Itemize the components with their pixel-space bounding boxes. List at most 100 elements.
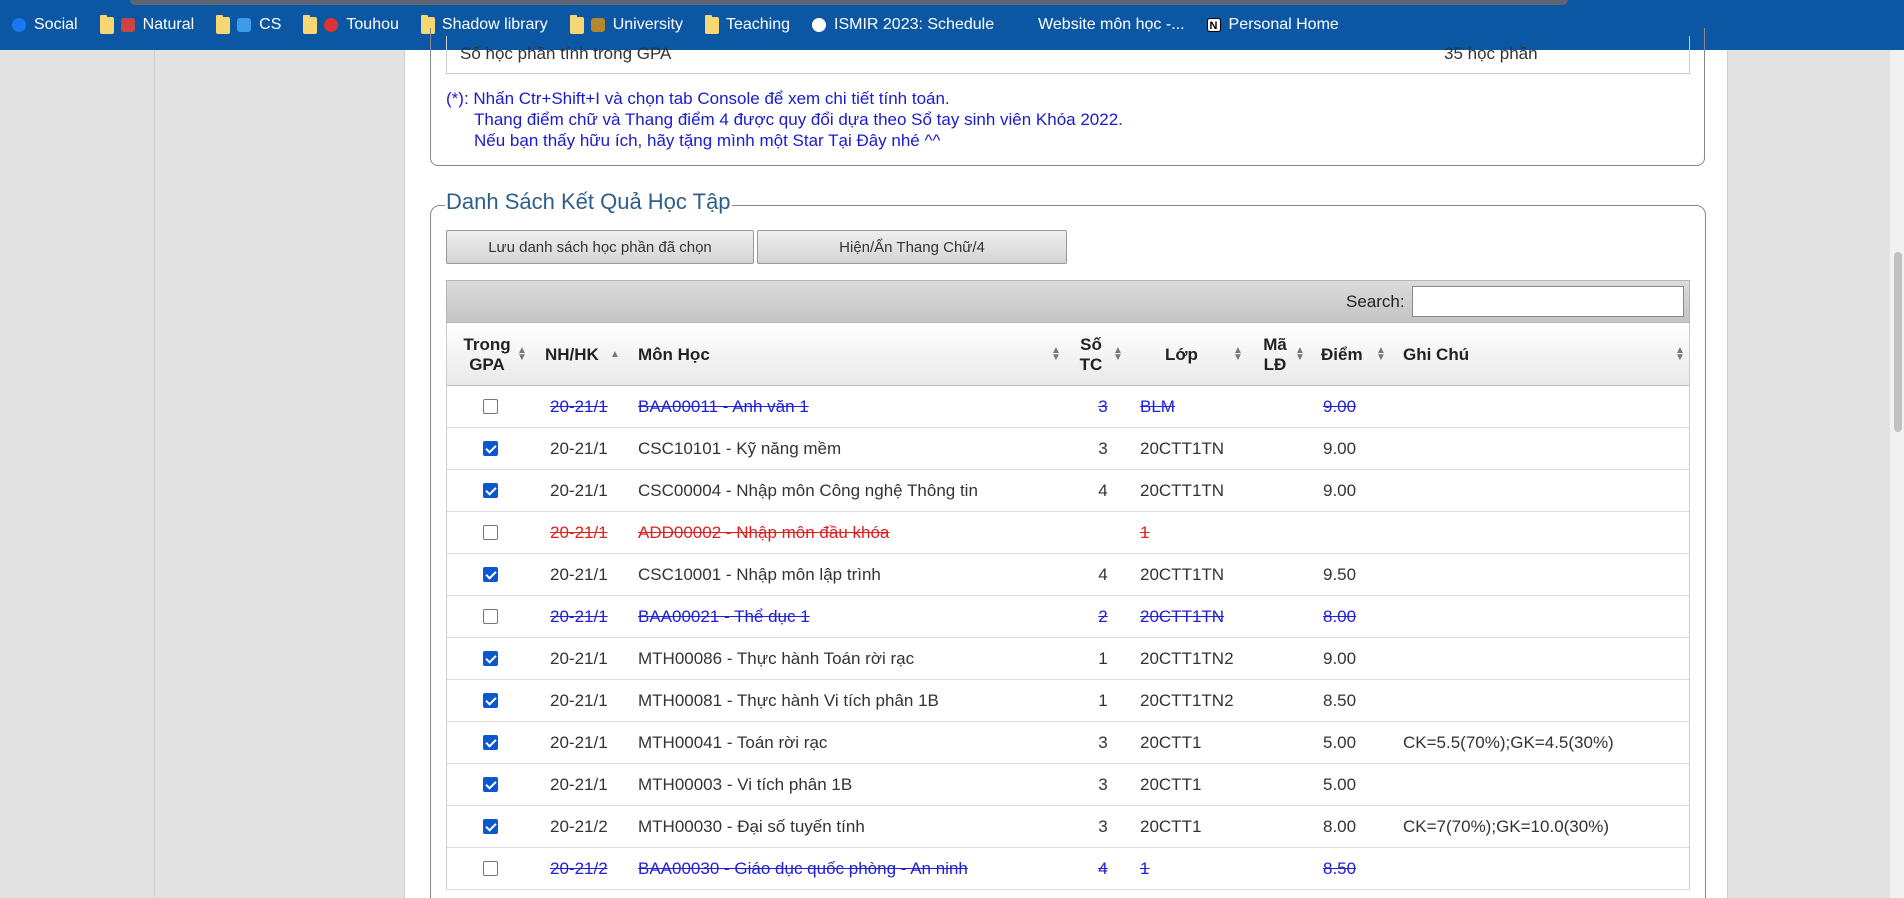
cell-course: MTH00003 - Vi tích phân 1B	[638, 775, 853, 794]
gpa-summary-row: Số học phần tính trong GPA 35 học phần	[446, 36, 1690, 74]
bookmark-item[interactable]: Social	[12, 16, 78, 34]
folder-icon	[303, 14, 318, 34]
cell-credits: 1	[1098, 691, 1108, 710]
sort-both-icon[interactable]: ▲ ▼	[1376, 346, 1386, 363]
table-row: 20-21/1 MTH00081 - Thực hành Vi tích phân…	[446, 680, 1690, 722]
in-gpa-checkbox[interactable]	[483, 567, 498, 582]
col-credits[interactable]: Số TC	[1071, 323, 1111, 386]
in-gpa-checkbox[interactable]	[483, 525, 498, 540]
bookmark-label: CS	[259, 16, 282, 33]
in-gpa-checkbox[interactable]	[483, 483, 498, 498]
in-gpa-checkbox[interactable]	[483, 441, 498, 456]
cell-grade: 8.00	[1323, 817, 1357, 836]
cell-grade: 9.50	[1323, 565, 1357, 584]
search-input[interactable]	[1412, 286, 1684, 317]
table-row: 20-21/1 MTH00003 - Vi tích phân 1B 3 20CTT1…	[446, 764, 1690, 806]
cell-credits: 3	[1098, 439, 1108, 458]
cell-course: BAA00011 - Anh văn 1	[638, 397, 809, 416]
cell-credits: 3	[1098, 775, 1108, 794]
gpa-courses-value: 35 học phần	[1444, 44, 1538, 63]
in-gpa-checkbox[interactable]	[483, 819, 498, 834]
cell-term: 20-21/1	[550, 649, 608, 668]
cell-grade: 9.00	[1323, 439, 1357, 458]
col-credits-label-2: TC	[1079, 354, 1103, 374]
scrollbar[interactable]	[1890, 50, 1904, 898]
bookmark-item[interactable]: Touhou	[303, 14, 399, 34]
cell-course: CSC00004 - Nhập môn Công nghệ Thông tin	[638, 481, 978, 500]
table-row: 20-21/1 BAA00011 - Anh văn 1 3 BLM 9.00	[446, 386, 1690, 428]
cell-credits: 1	[1098, 649, 1108, 668]
cell-class: 20CTT1TN	[1140, 481, 1225, 500]
col-code-label-1: Mã	[1263, 334, 1287, 354]
left-margin	[155, 50, 405, 898]
sort-both-icon[interactable]: ▲ ▼	[1295, 346, 1305, 363]
sort-both-icon[interactable]: ▲ ▼	[1051, 346, 1061, 363]
table-row: 20-21/1 MTH00086 - Thực hành Toán rời rạc…	[446, 638, 1690, 680]
note-star-link[interactable]: Nếu bạn thấy hữu ích, hãy tặng mình một …	[446, 130, 1123, 151]
col-in-gpa[interactable]: Trong GPA	[451, 323, 523, 386]
sort-both-icon[interactable]: ▲ ▼	[1233, 346, 1243, 363]
cell-course: MTH00041 - Toán rời rạc	[638, 733, 828, 752]
cell-grade: 5.00	[1323, 775, 1357, 794]
bookmark-item[interactable]: CS	[216, 14, 282, 34]
sort-both-icon[interactable]: ▲ ▼	[1675, 346, 1685, 363]
cell-class: 20CTT1TN2	[1140, 691, 1234, 710]
cell-term: 20-21/1	[550, 607, 608, 626]
site-icon	[237, 18, 252, 32]
cell-class: 20CTT1TN	[1140, 607, 1225, 626]
cell-credits: 3	[1098, 817, 1108, 836]
col-term[interactable]: NH/HK	[545, 323, 599, 386]
cell-note: CK=5.5(70%);GK=4.5(30%)	[1403, 733, 1614, 752]
window-top-edge	[130, 0, 1568, 5]
facebook-icon	[12, 18, 26, 32]
in-gpa-checkbox[interactable]	[483, 777, 498, 792]
cell-credits: 3	[1098, 733, 1108, 752]
sort-both-icon[interactable]: ▲ ▼	[1113, 346, 1123, 363]
cell-term: 20-21/1	[550, 481, 608, 500]
bookmark-label: Touhou	[346, 16, 399, 33]
in-gpa-checkbox[interactable]	[483, 693, 498, 708]
cell-term: 20-21/1	[550, 565, 608, 584]
col-course[interactable]: Môn Học	[638, 323, 710, 386]
cell-class: 20CTT1TN	[1140, 565, 1225, 584]
notes-block: (*): Nhấn Ctr+Shift+I và chọn tab Consol…	[446, 88, 1123, 151]
note-grade-scale: Thang điểm chữ và Thang điểm 4 được quy …	[474, 110, 1123, 129]
in-gpa-checkbox[interactable]	[483, 399, 498, 414]
cell-class: 1	[1140, 523, 1150, 542]
cell-course: BAA00021 - Thể dục 1	[638, 607, 810, 626]
cell-class: 20CTT1	[1140, 733, 1202, 752]
cell-course: ADD00002 - Nhập môn đầu khóa	[638, 523, 890, 542]
cell-class: BLM	[1140, 397, 1175, 416]
toggle-grade-scale-button[interactable]: Hiện/Ẩn Thang Chữ/4	[757, 230, 1067, 264]
in-gpa-checkbox[interactable]	[483, 735, 498, 750]
bookmark-item[interactable]: Natural	[99, 14, 194, 34]
sort-asc-icon[interactable]: ▲	[610, 350, 620, 360]
col-note[interactable]: Ghi Chú	[1403, 323, 1469, 386]
col-code[interactable]: Mã LĐ	[1255, 323, 1295, 386]
cell-grade: 8.50	[1323, 691, 1357, 710]
site-icon	[120, 18, 135, 32]
col-grade[interactable]: Điểm	[1321, 323, 1363, 386]
gpa-courses-label: Số học phần tính trong GPA	[460, 44, 672, 63]
results-legend: Danh Sách Kết Quả Học Tập	[445, 189, 732, 215]
in-gpa-checkbox[interactable]	[483, 861, 498, 876]
sort-both-icon[interactable]: ▲ ▼	[517, 346, 527, 363]
in-gpa-checkbox[interactable]	[483, 651, 498, 666]
in-gpa-checkbox[interactable]	[483, 609, 498, 624]
cell-term: 20-21/1	[550, 397, 608, 416]
cell-course: MTH00086 - Thực hành Toán rời rạc	[638, 649, 915, 668]
search-label: Search:	[1346, 292, 1405, 311]
col-class[interactable]: Lớp	[1165, 323, 1198, 386]
save-selection-button[interactable]: Lưu danh sách học phần đã chọn	[446, 230, 754, 264]
folder-icon	[99, 14, 114, 34]
cell-class: 20CTT1	[1140, 775, 1202, 794]
table-row: 20-21/1 MTH00041 - Toán rời rạc 3 20CTT1 5.0…	[446, 722, 1690, 764]
cell-term: 20-21/1	[550, 691, 608, 710]
cell-grade: 9.00	[1323, 649, 1357, 668]
table-header: Trong GPA ▲ ▼ NH/HK ▲ Môn Học ▲ ▼ Số TC ▲ ▼ L…	[446, 323, 1690, 386]
scrollbar-thumb[interactable]	[1894, 252, 1902, 432]
cell-term: 20-21/1	[550, 733, 608, 752]
cell-course: MTH00081 - Thực hành Vi tích phân 1B	[638, 691, 939, 710]
cell-note: CK=7(70%);GK=10.0(30%)	[1403, 817, 1609, 836]
cell-credits: 4	[1098, 565, 1108, 584]
